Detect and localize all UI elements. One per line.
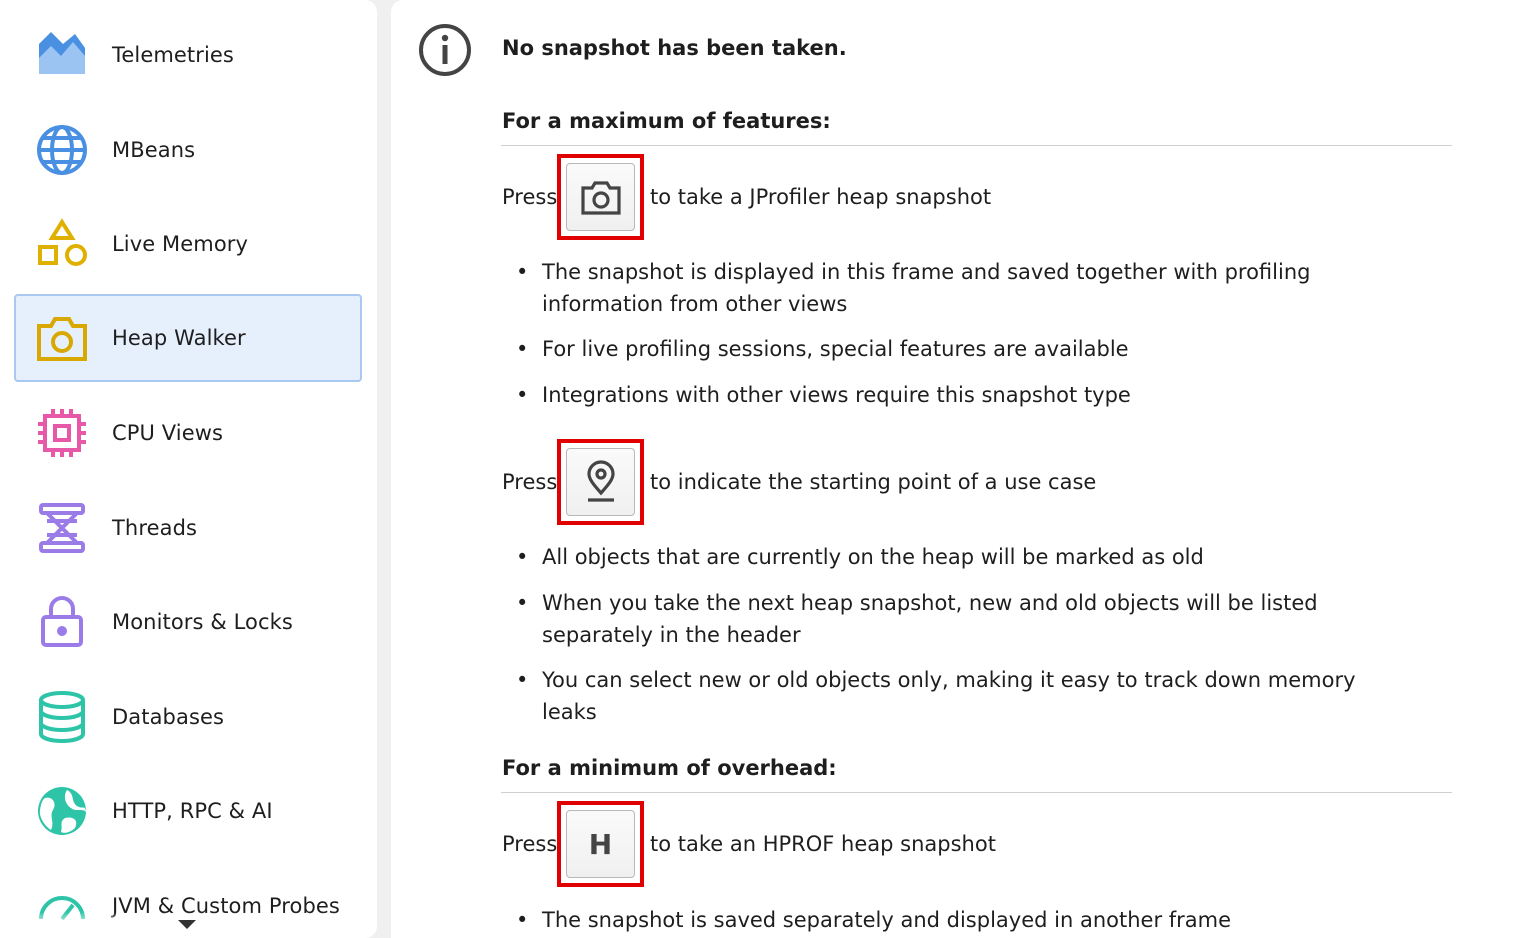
sidebar-item-label: Heap Walker xyxy=(112,326,246,350)
list-item-text: All objects that are currently on the he… xyxy=(542,545,1204,569)
scroll-down-arrow-icon[interactable] xyxy=(178,920,196,929)
button-face xyxy=(566,448,635,516)
list-item: • Integrations with other views require t… xyxy=(516,379,1416,411)
list-item: • You can select new or old objects only,… xyxy=(516,664,1416,728)
section-heading-max-features: For a maximum of features: xyxy=(502,109,831,133)
sidebar-item-heap-walker[interactable]: Heap Walker xyxy=(14,294,362,382)
press-row-mark-heap: Press to indicate the starting point of … xyxy=(502,439,1096,525)
camera-icon xyxy=(580,181,621,215)
press-row-snapshot: Press to take a JProfiler heap snapshot xyxy=(502,154,991,240)
action-description: to indicate the starting point of a use … xyxy=(650,470,1097,494)
globe-icon xyxy=(34,122,90,178)
camera-icon xyxy=(34,310,90,366)
heap-walker-panel: No snapshot has been taken. For a maximu… xyxy=(391,0,1526,938)
list-item-text: The snapshot is displayed in this frame … xyxy=(542,260,1311,316)
list-item-text: The snapshot is saved separately and dis… xyxy=(542,908,1232,932)
press-label: Press xyxy=(502,185,558,209)
sidebar-item-label: Databases xyxy=(112,705,225,729)
press-label: Press xyxy=(502,832,558,856)
planet-icon xyxy=(34,783,90,839)
list-item-text: For live profiling sessions, special fea… xyxy=(542,337,1129,361)
bullet-dot: • xyxy=(516,260,529,284)
button-face xyxy=(566,163,635,231)
list-item: • For live profiling sessions, special fe… xyxy=(516,333,1416,365)
press-row-hprof: Press H to take an HPROF heap snapshot xyxy=(502,801,996,887)
sidebar-item-label: HTTP, RPC & AI xyxy=(112,799,273,823)
sidebar-item-http-rpc-ai[interactable]: HTTP, RPC & AI xyxy=(14,767,362,855)
sidebar-item-label: Live Memory xyxy=(112,232,249,256)
list-item-text: Integrations with other views require th… xyxy=(542,383,1131,407)
bullet-dot: • xyxy=(516,545,529,569)
bullet-dot: • xyxy=(516,591,529,615)
sidebar-item-mbeans[interactable]: MBeans xyxy=(14,106,362,194)
list-item-text: When you take the next heap snapshot, ne… xyxy=(542,591,1318,647)
bullet-dot: • xyxy=(516,668,529,692)
take-heap-snapshot-button[interactable] xyxy=(557,154,644,240)
sidebar-item-live-memory[interactable]: Live Memory xyxy=(14,200,362,288)
list-item: • The snapshot is displayed in this frame… xyxy=(516,256,1416,320)
sidebar-item-monitors-locks[interactable]: Monitors & Locks xyxy=(14,578,362,666)
lock-icon xyxy=(34,594,90,650)
press-label: Press xyxy=(502,470,558,494)
take-hprof-snapshot-button[interactable]: H xyxy=(557,801,644,887)
sidebar-item-label: Threads xyxy=(112,516,198,540)
sidebar-item-label: Monitors & Locks xyxy=(112,610,293,634)
divider xyxy=(501,792,1452,793)
sidebar: Telemetries MBeans Live Memory Heap Walk… xyxy=(0,0,377,938)
divider xyxy=(501,145,1452,146)
database-icon xyxy=(34,689,90,745)
spool-icon xyxy=(34,500,90,556)
bullet-dot: • xyxy=(516,383,529,407)
action-description: to take a JProfiler heap snapshot xyxy=(650,185,992,209)
chip-icon xyxy=(34,405,90,461)
button-face: H xyxy=(566,810,635,878)
hprof-h-key: H xyxy=(588,827,613,861)
sidebar-item-threads[interactable]: Threads xyxy=(14,484,362,572)
telemetries-icon xyxy=(34,27,90,83)
list-item: • All objects that are currently on the h… xyxy=(516,541,1416,573)
list-item: • When you take the next heap snapshot, n… xyxy=(516,587,1416,651)
bullet-dot: • xyxy=(516,908,529,932)
mark-heap-button[interactable] xyxy=(557,439,644,525)
bullet-dot: • xyxy=(516,337,529,361)
sidebar-item-telemetries[interactable]: Telemetries xyxy=(14,11,362,99)
sidebar-item-cpu-views[interactable]: CPU Views xyxy=(14,389,362,477)
action-description: to take an HPROF heap snapshot xyxy=(650,832,996,856)
shapes-icon xyxy=(34,216,90,272)
sidebar-item-label: Telemetries xyxy=(112,43,234,67)
no-snapshot-title: No snapshot has been taken. xyxy=(502,36,847,60)
info-icon xyxy=(419,24,471,76)
list-item: • The snapshot is saved separately and di… xyxy=(516,904,1416,936)
sidebar-item-label: CPU Views xyxy=(112,421,224,445)
location-pin-icon xyxy=(586,460,615,502)
list-item-text: You can select new or old objects only, … xyxy=(542,668,1356,724)
section-heading-min-overhead: For a minimum of overhead: xyxy=(502,756,837,780)
sidebar-item-label: MBeans xyxy=(112,138,196,162)
sidebar-item-databases[interactable]: Databases xyxy=(14,673,362,761)
